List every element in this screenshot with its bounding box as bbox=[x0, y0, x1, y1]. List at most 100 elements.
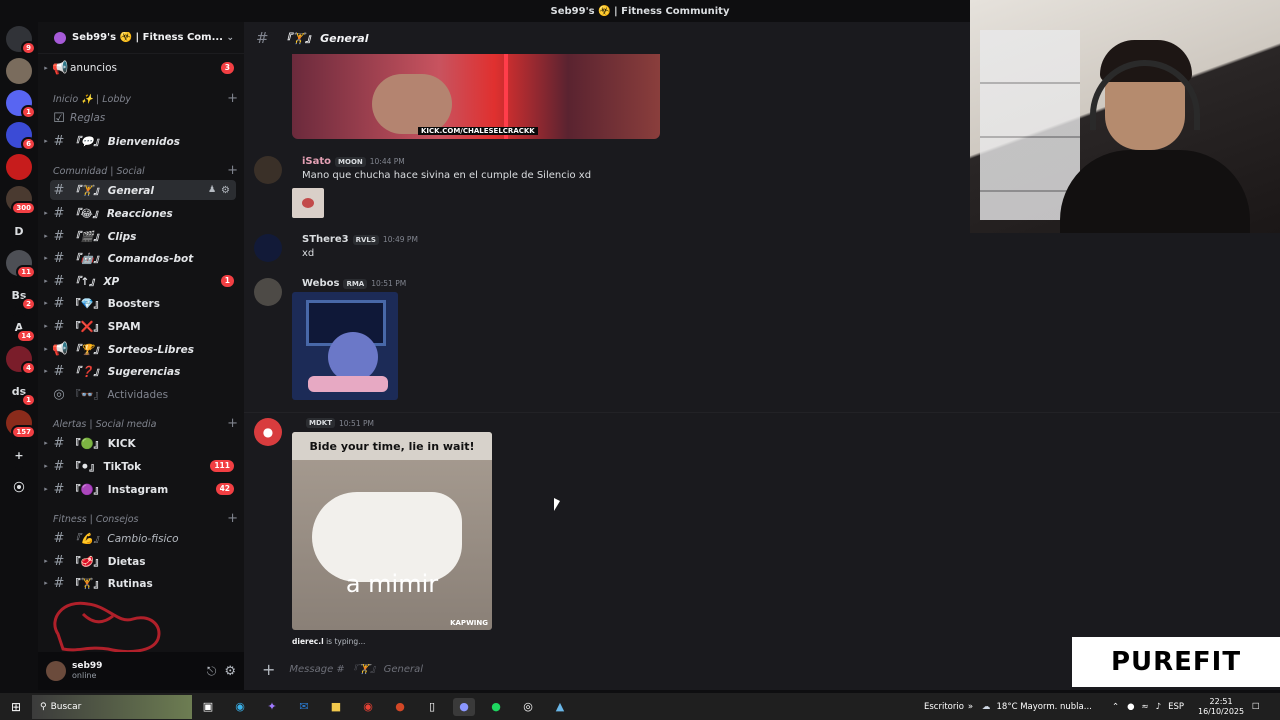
server-icon[interactable] bbox=[6, 58, 32, 84]
channel-comandos-bot[interactable]: ▸ # 『🤖』 Comandos-bot bbox=[38, 248, 244, 268]
category-comunidad[interactable]: Comunidad | Social + bbox=[53, 164, 238, 177]
server-icon[interactable]: 1 bbox=[6, 90, 36, 119]
taskbar-search[interactable]: ⚲ Buscar bbox=[32, 694, 192, 719]
sleeping-sticker-image[interactable] bbox=[292, 292, 398, 400]
app-icon[interactable]: ▲ bbox=[549, 698, 571, 716]
powerpoint-icon[interactable]: ● bbox=[389, 698, 411, 716]
megaphone-icon: 📢 bbox=[52, 60, 69, 76]
chevron-down-icon[interactable]: ⌄ bbox=[226, 33, 234, 43]
server-icon[interactable]: 11 bbox=[6, 250, 36, 279]
add-channel-icon[interactable]: + bbox=[227, 417, 238, 430]
cat-gif[interactable]: Bide your time, lie in wait! a mimir KAP… bbox=[292, 432, 492, 630]
discord-taskbar-icon[interactable]: ● bbox=[453, 697, 475, 716]
edge-icon[interactable]: ◉ bbox=[229, 698, 251, 716]
activity-icon: ◎ bbox=[53, 386, 65, 402]
channel-sugerencias[interactable]: ▸ # 『❓』 Sugerencias bbox=[38, 361, 244, 381]
add-channel-icon[interactable]: + bbox=[227, 512, 238, 525]
unread-badge: 300 bbox=[11, 201, 36, 215]
avatar[interactable] bbox=[254, 234, 282, 262]
server-icon[interactable]: Bs 2 bbox=[6, 282, 36, 311]
add-attachment-icon[interactable]: + bbox=[262, 660, 275, 679]
copilot-icon[interactable]: ✦ bbox=[261, 698, 283, 716]
outlook-icon[interactable]: ✉ bbox=[293, 698, 315, 716]
server-icon[interactable] bbox=[6, 154, 32, 180]
desktop-toolbar[interactable]: Escritorio » bbox=[924, 693, 973, 720]
channel-dietas[interactable]: ▸ # 『🥩』 Dietas bbox=[38, 551, 244, 571]
channel-clips[interactable]: ▸ # 『🎬』 Clips bbox=[38, 226, 244, 246]
discord-icon[interactable]: ● bbox=[254, 418, 282, 446]
channel-label: 『🎬』 Clips bbox=[70, 230, 137, 243]
server-header[interactable]: Seb99's ☣️ | Fitness Com... ⌄ bbox=[38, 22, 244, 54]
system-tray[interactable]: ⌃ ● ≈ ♪ ESP bbox=[1112, 693, 1184, 720]
channel-boosters[interactable]: ▸ # 『💎』 Boosters bbox=[38, 293, 244, 313]
channel-xp[interactable]: ▸ # 『↑』 XP 1 bbox=[38, 271, 244, 291]
server-icon[interactable]: 6 bbox=[6, 122, 36, 151]
invite-icon[interactable]: ♟ bbox=[208, 185, 216, 195]
message-author[interactable]: Webos bbox=[302, 278, 339, 289]
server-icon[interactable]: ⦿ bbox=[6, 474, 32, 500]
add-channel-icon[interactable]: + bbox=[227, 164, 238, 177]
obs-icon[interactable]: ◎ bbox=[517, 698, 539, 716]
category-fitness[interactable]: Fitness | Consejos + bbox=[53, 512, 238, 525]
avatar[interactable] bbox=[46, 661, 66, 681]
clock[interactable]: 22:51 16/10/2025 bbox=[1198, 693, 1244, 720]
language-indicator[interactable]: ESP bbox=[1168, 702, 1184, 712]
weather-widget[interactable]: ☁ 18°C Mayorm. nubla... bbox=[982, 693, 1092, 720]
category-inicio[interactable]: Inicio ✨ | Lobby + bbox=[53, 92, 238, 105]
server-icon[interactable]: ds 1 bbox=[6, 378, 36, 407]
chevron-up-icon[interactable]: ⌃ bbox=[1112, 702, 1119, 712]
wifi-icon[interactable]: ≈ bbox=[1142, 702, 1149, 712]
add-channel-icon[interactable]: + bbox=[227, 92, 238, 105]
file-explorer-icon[interactable]: ■ bbox=[325, 698, 347, 716]
channel-cambio-fisico[interactable]: # 『💪』 Cambio-fisico bbox=[38, 528, 244, 548]
channel-actividades[interactable]: ◎ 『👓』 Actividades bbox=[38, 384, 244, 404]
channel-label: 『❓』 Sugerencias bbox=[70, 365, 181, 378]
channel-label: 『😂』 Reacciones bbox=[70, 207, 173, 220]
server-icon[interactable]: 300 bbox=[6, 186, 36, 215]
channel-sorteos-libres[interactable]: ▸ 📢 『🏆』 Sorteos-Libres bbox=[38, 339, 244, 359]
spotify-icon[interactable]: ● bbox=[485, 698, 507, 716]
chrome-icon[interactable]: ◉ bbox=[357, 698, 379, 716]
avatar[interactable] bbox=[254, 156, 282, 184]
video-embed[interactable]: KICK.COM/CHALESELCRACKK bbox=[292, 54, 660, 139]
gif-top-text: Bide your time, lie in wait! bbox=[292, 432, 492, 460]
volume-icon[interactable]: ♪ bbox=[1156, 702, 1161, 712]
channel-tiktok[interactable]: ▸ # 『⚫』 TikTok 111 bbox=[38, 456, 244, 476]
collapse-arrow-icon: ▸ bbox=[44, 579, 48, 587]
server-icon[interactable]: 9 bbox=[6, 26, 36, 55]
settings-gear-icon[interactable]: ⚙ bbox=[224, 664, 236, 679]
channel-anuncios[interactable]: ▸ 📢 anuncios 3 bbox=[38, 58, 244, 78]
microphone-icon[interactable]: ● bbox=[1127, 702, 1134, 712]
notifications-icon[interactable]: ☐ bbox=[1252, 693, 1260, 720]
gear-icon[interactable]: ⚙ bbox=[221, 185, 230, 196]
server-icon[interactable]: + bbox=[6, 442, 32, 468]
channel-bienvenidos[interactable]: ▸ # 『💬』 Bienvenidos bbox=[38, 131, 244, 151]
windows-start-icon[interactable]: ⊞ bbox=[5, 698, 27, 716]
channel-spam[interactable]: ▸ # 『❌』 SPAM bbox=[38, 316, 244, 336]
unread-badge: 14 bbox=[16, 329, 36, 343]
message-author[interactable]: SThere3 bbox=[302, 234, 349, 245]
channel-label: 『⚫』 TikTok bbox=[70, 460, 142, 473]
message-input[interactable] bbox=[289, 663, 890, 675]
windows-taskbar: ⊞ ⚲ Buscar ▣ ◉ ✦ ✉ ■ ◉ ● ▯ ● ● ◎ ▲ Escri… bbox=[0, 693, 1280, 720]
channel-kick[interactable]: ▸ # 『🟢』 KICK bbox=[38, 433, 244, 453]
message-meta: SThere3 RVLS 10:49 PM bbox=[302, 234, 418, 245]
server-icon[interactable]: D bbox=[6, 218, 32, 244]
emoji-sticker[interactable] bbox=[292, 188, 324, 218]
server-icon[interactable]: A 14 bbox=[6, 314, 36, 343]
headphones-icon[interactable]: ⎋ bbox=[207, 664, 217, 679]
category-alertas[interactable]: Alertas | Social media + bbox=[53, 417, 238, 430]
message-author[interactable]: iSato bbox=[302, 156, 331, 167]
channel-general[interactable]: # 『🏋』 General ♟ ⚙ bbox=[50, 180, 236, 200]
channel-reacciones[interactable]: ▸ # 『😂』 Reacciones bbox=[38, 203, 244, 223]
notepad-icon[interactable]: ▯ bbox=[421, 698, 443, 716]
server-icon[interactable]: 4 bbox=[6, 346, 36, 375]
channel-reglas[interactable]: ☑ Reglas bbox=[38, 108, 244, 128]
channel-instagram[interactable]: ▸ # 『🟣』 Instagram 42 bbox=[38, 479, 244, 499]
channel-rutinas[interactable]: ▸ # 『🏋』 Rutinas bbox=[38, 573, 244, 593]
message-timestamp: 10:49 PM bbox=[382, 235, 418, 244]
avatar[interactable] bbox=[254, 278, 282, 306]
server-icon[interactable]: 157 bbox=[6, 410, 36, 439]
mouse-cursor-icon bbox=[554, 498, 560, 511]
task-view-icon[interactable]: ▣ bbox=[197, 698, 219, 716]
